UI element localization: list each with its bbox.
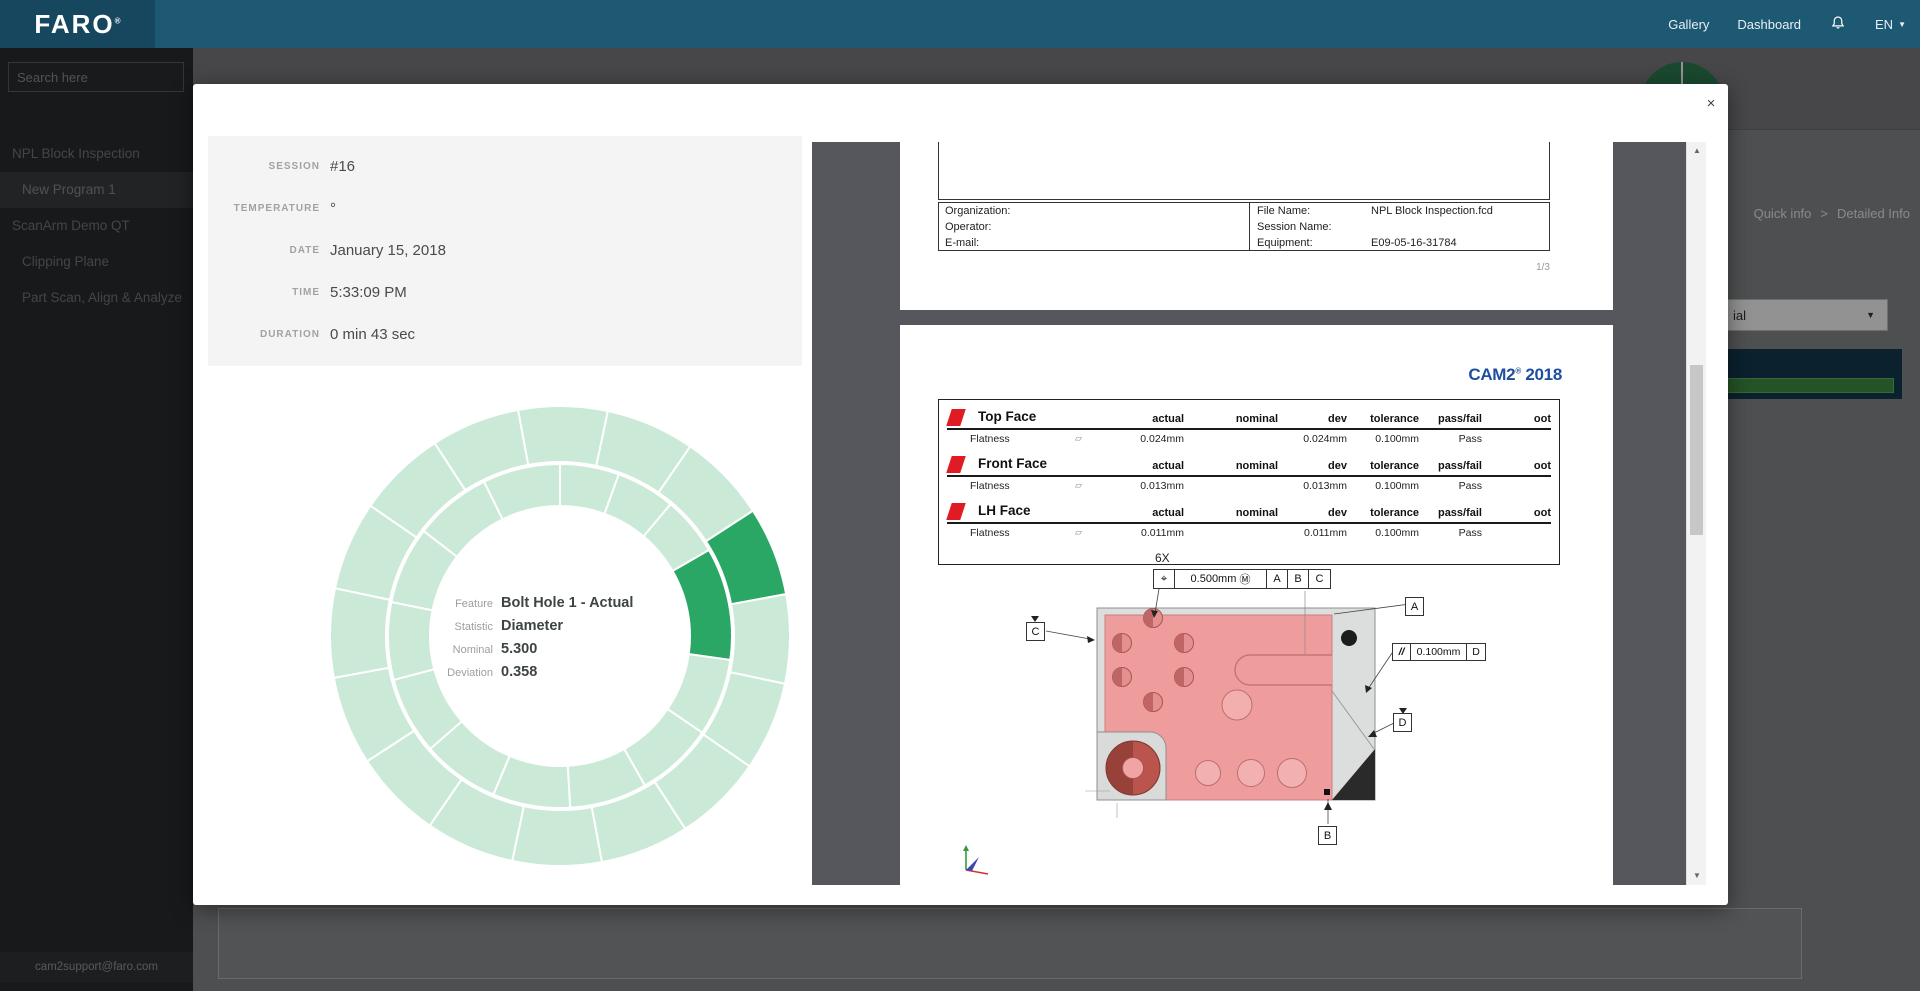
time-row: TIME 5:33:09 PM [208,271,802,313]
bell-icon [1829,14,1847,32]
part-drawing [900,325,1613,885]
duration-row: DURATION 0 min 43 sec [208,313,802,355]
session-row: SESSION #16 [208,145,802,187]
hole-count-label: 6X [1155,551,1170,565]
navbar-links: Gallery Dashboard EN ▼ [1668,14,1920,35]
datum-flag-b: B [1318,826,1337,845]
datum-flag-d: D [1393,713,1412,732]
top-navbar: FARO® Gallery Dashboard EN ▼ [0,0,1920,48]
session-info-card: SESSION #16 TEMPERATURE ° DATE January 1… [208,136,802,366]
pdf-page-1: Organization: File Name: NPL Block Inspe… [900,142,1613,310]
position-symbol-icon: ⌖ [1154,570,1175,588]
datum-flag-a: A [1405,597,1424,616]
report-info-table: Organization: File Name: NPL Block Inspe… [938,202,1550,251]
scroll-up-icon[interactable]: ▲ [1687,142,1707,160]
axis-triad-icon [963,845,988,874]
app-screen: Quick info > Detailed Info ial ▼ NPL Blo… [0,0,1920,991]
sunburst-center-info: FeatureBolt Hole 1 - Actual StatisticDia… [415,592,665,684]
page-number: 1/3 [1536,262,1550,273]
scroll-down-icon[interactable]: ▼ [1687,867,1707,885]
nav-gallery-link[interactable]: Gallery [1668,17,1709,32]
pdf-report-viewer: Organization: File Name: NPL Block Inspe… [812,142,1686,885]
donut-segment[interactable] [518,406,608,466]
donut-segment[interactable] [730,594,790,684]
report-header-box [938,142,1550,200]
date-row: DATE January 15, 2018 [208,229,802,271]
position-tolerance-frame: ⌖ 0.500mm Ⓜ A B C [1153,569,1331,589]
mmc-modifier-icon: Ⓜ [1239,571,1250,587]
datum-flag-c: C [1026,622,1045,641]
temperature-row: TEMPERATURE ° [208,187,802,229]
donut-segment[interactable] [330,588,390,678]
pdf-scrollbar[interactable]: ▲ ▼ [1686,142,1706,885]
parallelism-tolerance-frame: // 0.100mm D [1392,643,1486,661]
notifications-button[interactable] [1829,14,1847,35]
language-selector[interactable]: EN ▼ [1875,17,1906,32]
faro-logo[interactable]: FARO® [0,0,155,48]
session-detail-modal: × SESSION #16 TEMPERATURE ° DATE January… [193,84,1728,905]
close-icon[interactable]: × [1698,91,1724,117]
chevron-down-icon: ▼ [1898,20,1906,29]
pdf-page-2: CAM2® 2018 Top Face actual nominal dev t… [900,325,1613,885]
nav-dashboard-link[interactable]: Dashboard [1737,17,1801,32]
donut-segment[interactable] [512,806,602,866]
scrollbar-thumb[interactable] [1690,365,1703,535]
parallelism-symbol-icon: // [1393,644,1411,660]
